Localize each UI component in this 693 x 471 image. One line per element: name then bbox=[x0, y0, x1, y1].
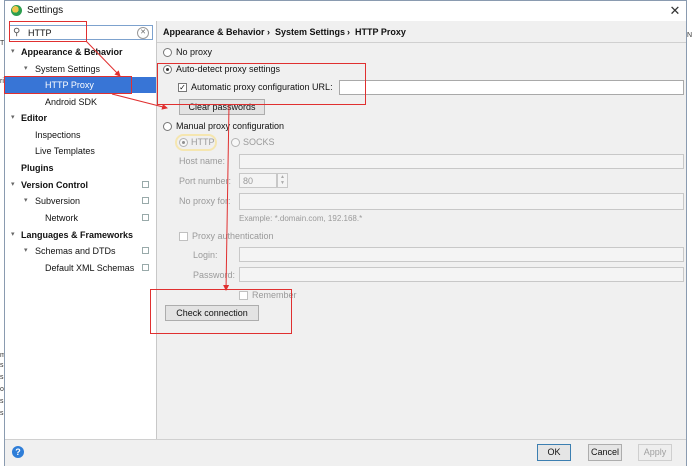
annotation-arrow bbox=[85, 40, 121, 77]
annotation-arrows bbox=[85, 40, 230, 291]
annotation-arrow bbox=[223, 104, 230, 291]
annotation-arrow bbox=[111, 93, 168, 110]
